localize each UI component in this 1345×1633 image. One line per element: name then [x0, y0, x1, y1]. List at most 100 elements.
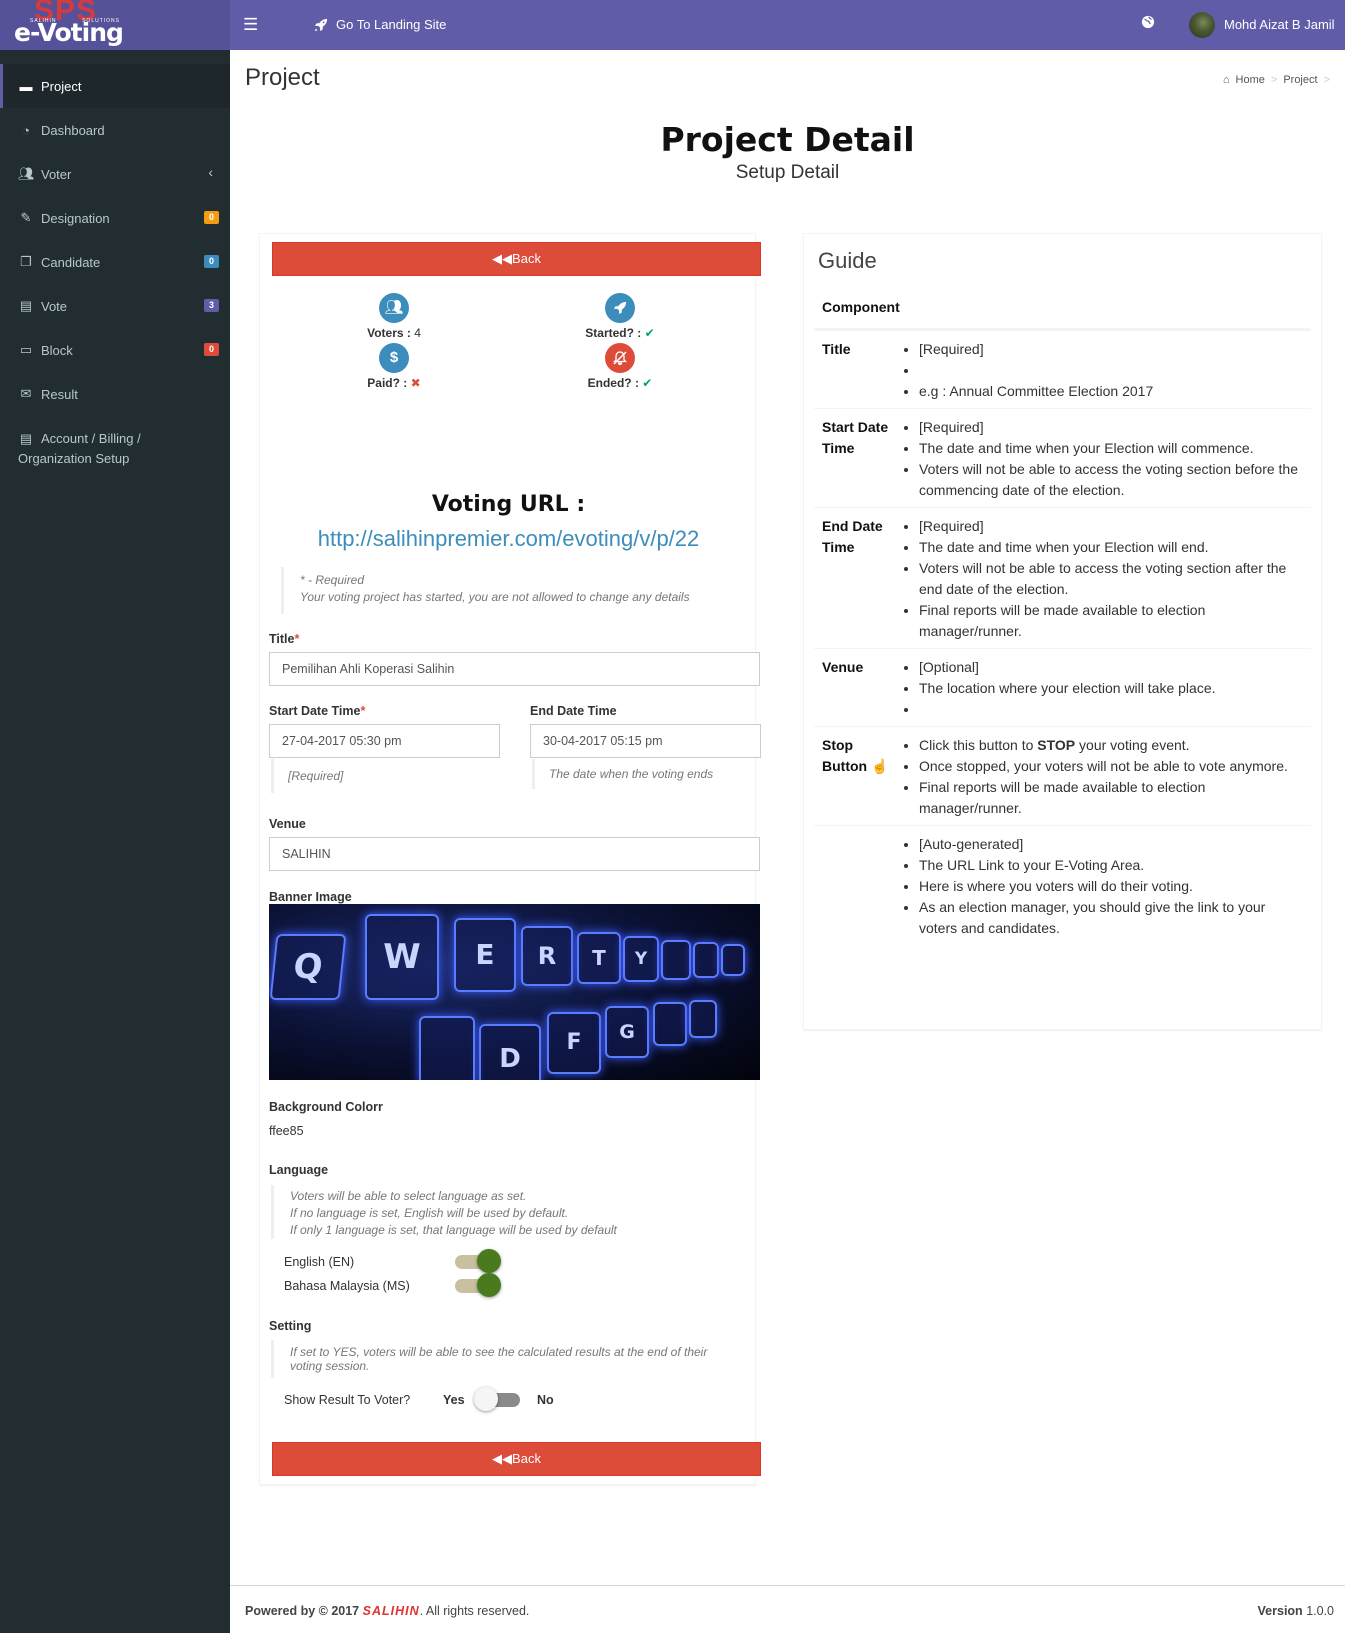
backward-icon: ◀◀: [492, 1451, 513, 1466]
title-input[interactable]: Pemilihan Ahli Koperasi Salihin: [269, 652, 760, 686]
key-t: T: [577, 932, 621, 984]
footer-brand-link[interactable]: SALIHIN: [363, 1604, 420, 1618]
show-result-toggle[interactable]: [474, 1387, 522, 1411]
key-f: F: [547, 1012, 601, 1074]
briefcase-icon: ▬: [19, 78, 33, 94]
key-d: D: [479, 1024, 541, 1080]
app-logo[interactable]: SPS SALIHIN SOLUTIONS e-Voting: [0, 0, 230, 50]
sidebar-item-block[interactable]: ▭ Block 0: [0, 328, 230, 372]
back-button-top[interactable]: ◀◀Back: [272, 242, 761, 276]
sidebar-item-label: Result: [41, 386, 78, 402]
guide-row-start-date: Start Date Time [Required] The date and …: [814, 408, 1311, 507]
language-malay-toggle[interactable]: [453, 1273, 501, 1297]
users-icon: 👥︎: [18, 166, 35, 181]
sidebar-item-vote[interactable]: ▤ Vote 3: [0, 284, 230, 328]
sidebar-item-label: Block: [41, 342, 73, 358]
sidebar-item-dashboard[interactable]: ◔ Dashboard: [0, 108, 230, 152]
setting-label: Setting: [269, 1319, 312, 1333]
guide-box: Guide Component Title [Required] e.g : A…: [803, 233, 1322, 1030]
copy-icon: ❐: [20, 254, 32, 269]
started-label: Started? :: [585, 326, 642, 340]
main-content: Project ⌂ Home > Project > Project Detai…: [230, 50, 1345, 1633]
key-r: R: [521, 926, 573, 986]
guide-column-header: Component: [814, 290, 1311, 330]
landing-site-link[interactable]: Go To Landing Site: [314, 17, 446, 32]
top-navbar: SPS SALIHIN SOLUTIONS e-Voting ☰ Go To L…: [0, 0, 1345, 50]
sidebar-item-label: Account / Billing /: [41, 431, 141, 446]
laptop-icon: ▭: [19, 342, 33, 357]
logo-evoting-text: e-Voting: [14, 18, 124, 47]
notice-started: Your voting project has started, you are…: [300, 590, 690, 604]
venue-label: Venue: [269, 817, 306, 831]
sidebar-item-label: Vote: [41, 298, 68, 314]
title-label: Title*: [269, 632, 300, 646]
chevron-left-icon: ‹: [208, 164, 213, 180]
backward-icon: ◀◀: [492, 251, 513, 266]
start-date-help: [Required]: [271, 759, 343, 793]
started-stat: Started? : ✔: [550, 293, 690, 340]
voting-url-link[interactable]: http://salihinpremier.com/evoting/v/p/22: [260, 526, 757, 552]
book-icon: ▤: [19, 298, 33, 313]
venue-input[interactable]: SALIHIN: [269, 837, 760, 871]
sidebar-item-result[interactable]: ✉ Result: [0, 372, 230, 416]
key-g: G: [605, 1006, 649, 1058]
sidebar-item-label: Voter: [41, 166, 72, 182]
back-button-bottom[interactable]: ◀◀Back: [272, 1442, 761, 1476]
check-icon: ✔: [642, 376, 653, 390]
key-q: Q: [269, 934, 347, 1000]
menu-toggle-icon[interactable]: ☰: [243, 15, 258, 35]
detail-subheading: Setup Detail: [735, 162, 840, 183]
notice-required: * - Required: [300, 573, 365, 587]
breadcrumb-project: Project: [1283, 74, 1318, 86]
key-blank-5: [689, 1000, 717, 1038]
sidebar-item-label: Dashboard: [41, 122, 105, 138]
sidebar-item-account[interactable]: ▤ Account / Billing / Organization Setup: [0, 429, 230, 469]
sidebar-item-label: Designation: [41, 210, 110, 226]
page-title: Project: [245, 64, 320, 91]
end-date-input[interactable]: 30-04-2017 05:15 pm: [530, 724, 761, 758]
bgcolor-label: Background Colorr: [269, 1100, 383, 1114]
voters-stat: 👥︎ Voters : 4: [324, 293, 464, 340]
guide-row-end-date: End Date Time [Required] The date and ti…: [814, 507, 1311, 648]
landing-site-label: Go To Landing Site: [336, 17, 447, 32]
sidebar-item-label: Candidate: [41, 254, 101, 270]
ended-stat: Ended? : ✔: [550, 343, 690, 390]
users-icon: 👥︎: [379, 293, 409, 323]
sidebar-item-voter[interactable]: 👥︎ Voter ‹: [0, 152, 230, 196]
key-w: W: [365, 914, 439, 1000]
guide-row-url: [Auto-generated] The URL Link to your E-…: [814, 825, 1311, 945]
rocket-icon: [314, 18, 328, 31]
book-icon: ▤: [19, 431, 33, 446]
hand-pointer-icon: ☝: [870, 758, 889, 774]
guide-row-venue: Venue [Optional] The location where your…: [814, 648, 1311, 726]
key-blank-1: [661, 940, 691, 980]
breadcrumb-home[interactable]: Home: [1236, 74, 1265, 86]
project-form-box: ◀◀Back 👥︎ Voters : 4 Started? : ✔ $ Paid…: [259, 233, 761, 1485]
banner-label: Banner Image: [269, 890, 352, 904]
banner-image: Q W E R T Y D F G: [269, 904, 760, 1080]
language-english-toggle[interactable]: [453, 1249, 501, 1273]
user-avatar[interactable]: [1189, 12, 1215, 38]
guide-row-title: Title [Required] e.g : Annual Committee …: [814, 330, 1311, 408]
start-date-label: Start Date Time*: [269, 704, 366, 718]
guide-table: Component Title [Required] e.g : Annual …: [814, 290, 1311, 945]
breadcrumb: ⌂ Home > Project >: [1222, 74, 1330, 86]
setting-help: If set to YES, voters will be able to se…: [271, 1340, 741, 1378]
language-help: Voters will be able to select language a…: [271, 1185, 741, 1239]
sidebar-item-candidate[interactable]: ❐ Candidate 0: [0, 240, 230, 284]
sidebar-item-designation[interactable]: ✎ Designation 0: [0, 196, 230, 240]
guide-title: Guide: [818, 248, 877, 273]
key-e: E: [454, 918, 516, 992]
globe-icon[interactable]: [1141, 15, 1157, 31]
bell-slash-icon: [605, 343, 635, 373]
sidebar-item-project[interactable]: ▬ Project: [0, 64, 230, 108]
language-malay-label: Bahasa Malaysia (MS): [284, 1279, 410, 1293]
start-date-input[interactable]: 27-04-2017 05:30 pm: [269, 724, 500, 758]
home-icon: ⌂: [1222, 74, 1230, 86]
user-name[interactable]: Mohd Aizat B Jamil: [1224, 17, 1335, 32]
form-notice: * - Required Your voting project has sta…: [281, 567, 741, 614]
designation-count-badge: 0: [204, 211, 219, 224]
paid-label: Paid? :: [367, 376, 408, 390]
voters-value: 4: [414, 326, 421, 340]
key-y: Y: [623, 936, 659, 982]
